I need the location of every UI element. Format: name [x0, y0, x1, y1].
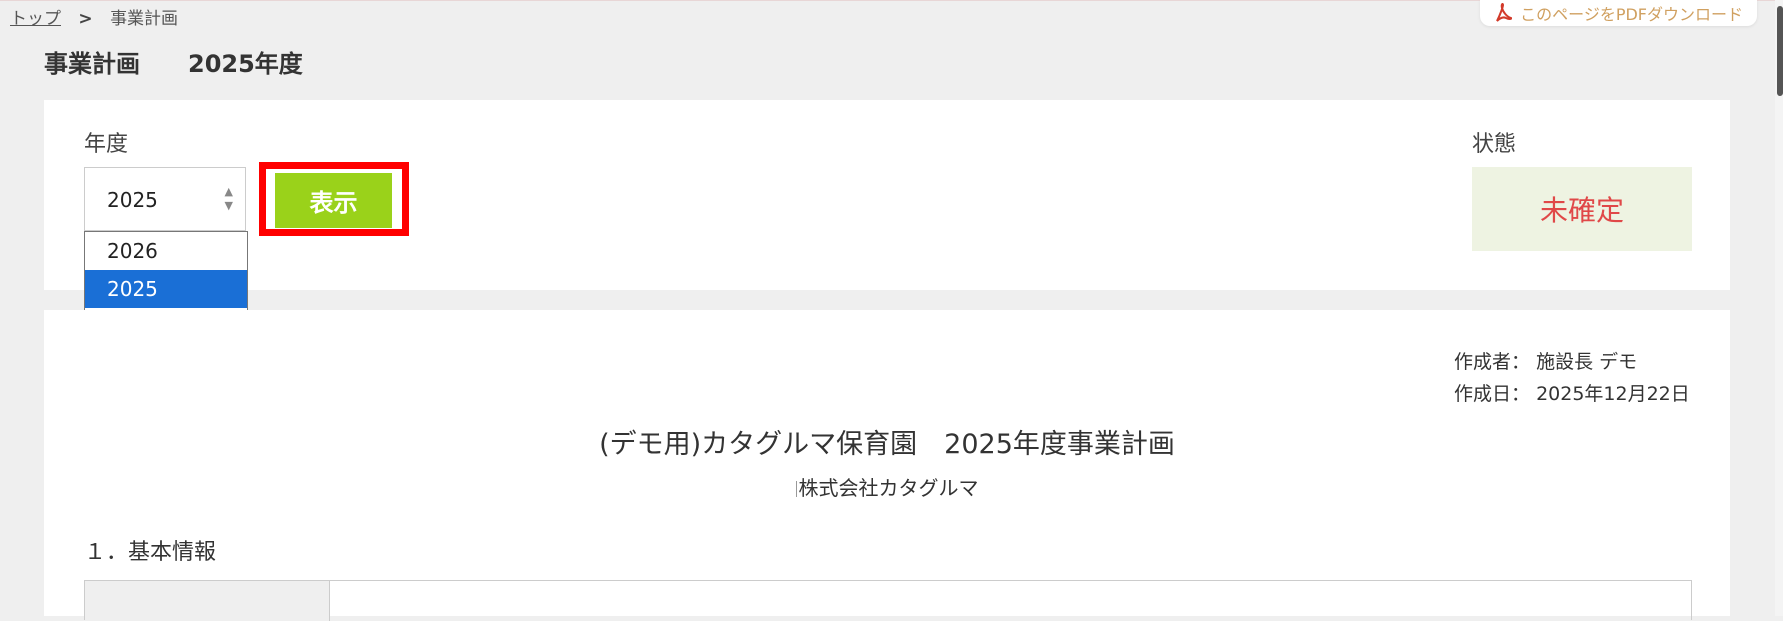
year-option-2026[interactable]: 2026 — [85, 232, 247, 270]
pdf-icon — [1496, 3, 1513, 22]
table-header-cell — [85, 581, 330, 621]
page-title-year: 2025年度 — [188, 50, 303, 78]
author-value: 施設長 デモ — [1536, 351, 1638, 373]
year-option-2025[interactable]: 2025 — [85, 270, 247, 308]
text-cursor — [795, 481, 797, 497]
document-panel: 作成者： 施設長 デモ 作成日： 2025年12月22日 (デモ用)カタグルマ保… — [44, 310, 1730, 621]
breadcrumb-current: 事業計画 — [110, 9, 179, 29]
status-badge: 未確定 — [1472, 167, 1692, 251]
date-label: 作成日： — [1454, 383, 1531, 405]
company-name: 株式会社カタグルマ — [798, 476, 979, 500]
basic-info-table — [84, 580, 1692, 621]
status-label: 状態 — [1472, 132, 1517, 157]
page-title: 事業計画 2025年度 — [44, 44, 303, 79]
author-label: 作成者： — [1454, 351, 1531, 373]
company-line: 株式会社カタグルマ — [44, 472, 1730, 501]
filter-panel: 年度 2025 ▲▼ 2026 2025 2024 表示 状態 未確定 — [44, 100, 1730, 347]
pdf-download-button[interactable]: このページをPDFダウンロード — [1480, 0, 1757, 26]
select-arrows-icon: ▲ ▼ — [224, 185, 233, 212]
breadcrumb-home-link[interactable]: トップ — [10, 9, 61, 29]
page-title-text: 事業計画 — [44, 50, 140, 78]
document-meta: 作成者： 施設長 デモ 作成日： 2025年12月22日 — [1454, 346, 1690, 410]
author-row: 作成者： 施設長 デモ — [1454, 346, 1690, 378]
date-value: 2025年12月22日 — [1536, 383, 1690, 405]
year-label: 年度 — [84, 132, 129, 157]
date-row: 作成日： 2025年12月22日 — [1454, 378, 1690, 410]
breadcrumb: トップ > 事業計画 — [10, 4, 178, 29]
year-select[interactable]: 2025 ▲ ▼ — [84, 167, 246, 231]
section-basic-info-title: １．基本情報 — [84, 540, 217, 565]
document-title: (デモ用)カタグルマ保育園 2025年度事業計画 — [599, 429, 1175, 460]
breadcrumb-separator: > — [78, 9, 93, 29]
scrollbar[interactable] — [1775, 0, 1783, 616]
year-select-value: 2025 — [107, 188, 158, 212]
scrollbar-thumb[interactable] — [1777, 6, 1783, 96]
show-button[interactable]: 表示 — [275, 173, 392, 228]
pdf-download-label: このページをPDFダウンロード — [1520, 5, 1743, 24]
